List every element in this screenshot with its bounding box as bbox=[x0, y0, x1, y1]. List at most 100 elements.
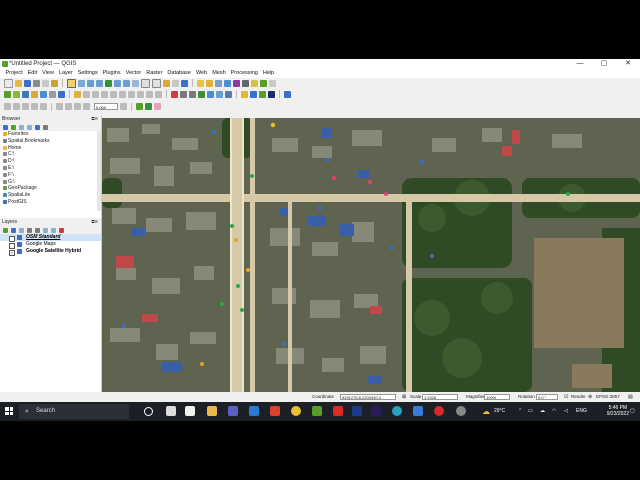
label-tool-icon[interactable] bbox=[171, 90, 178, 98]
new-temporary-layer-icon[interactable] bbox=[31, 90, 38, 98]
save-as-icon[interactable] bbox=[33, 79, 40, 87]
save-project-icon[interactable] bbox=[24, 79, 31, 87]
layer-osm-standard[interactable]: OSM Standard bbox=[0, 234, 101, 242]
globe-icon[interactable] bbox=[225, 90, 232, 98]
reshape-icon[interactable] bbox=[83, 103, 90, 110]
add-layer-icon[interactable] bbox=[11, 124, 16, 130]
cloud-icon[interactable]: ☁ bbox=[540, 402, 545, 421]
taskbar-clock[interactable]: 5:46 PM 9/23/2022 bbox=[607, 405, 629, 417]
new-shapefile-icon[interactable] bbox=[22, 90, 29, 98]
edge-icon[interactable] bbox=[392, 406, 402, 416]
menu-web[interactable]: Web bbox=[193, 69, 209, 78]
menu-view[interactable]: View bbox=[40, 69, 57, 78]
menu-database[interactable]: Database bbox=[165, 69, 194, 78]
coordinate-field[interactable]: 9291276.8,2209430.4 bbox=[340, 394, 396, 400]
notification-icon[interactable]: ▢ bbox=[630, 402, 635, 421]
menu-project[interactable]: Project bbox=[3, 69, 25, 78]
zoom-full-icon[interactable] bbox=[105, 79, 112, 87]
messages-icon[interactable]: ▤ bbox=[628, 392, 633, 402]
refresh-icon[interactable] bbox=[181, 79, 188, 87]
measure-icon[interactable] bbox=[242, 79, 249, 87]
map-canvas[interactable] bbox=[102, 118, 640, 392]
edit-pencil-icon[interactable] bbox=[74, 90, 81, 98]
processing-icon[interactable] bbox=[284, 90, 291, 98]
browser-item-spatial-bookmarks[interactable]: Spatial Bookmarks bbox=[0, 138, 101, 145]
map-tips-icon[interactable] bbox=[260, 79, 267, 87]
search-layer-icon[interactable] bbox=[216, 90, 223, 98]
new-project-icon[interactable] bbox=[4, 78, 13, 88]
pan-to-selection-icon[interactable] bbox=[78, 79, 85, 87]
refresh-icon[interactable] bbox=[3, 124, 8, 130]
menu-layer[interactable]: Layer bbox=[56, 69, 75, 78]
layer-google-satellite-hybrid[interactable]: ✓ Google Satellite Hybrid bbox=[0, 248, 101, 256]
quickmapservices-icon[interactable] bbox=[250, 90, 257, 98]
delete-ring-icon[interactable] bbox=[74, 103, 81, 110]
menu-help[interactable]: Help bbox=[260, 69, 276, 78]
menu-plugins[interactable]: Plugins bbox=[100, 69, 123, 78]
rotation-field[interactable]: 0.0 ° bbox=[536, 394, 558, 400]
qgis-taskbar-icon[interactable] bbox=[312, 406, 322, 416]
deselect-icon[interactable] bbox=[215, 79, 222, 87]
premiere-icon[interactable] bbox=[371, 406, 381, 416]
crs-globe-icon[interactable]: ⊕ bbox=[588, 392, 592, 402]
vertex-tool-icon[interactable] bbox=[101, 90, 108, 98]
zoom-selection-icon[interactable] bbox=[114, 79, 121, 87]
word-icon[interactable] bbox=[413, 406, 423, 416]
plugin-icon[interactable] bbox=[259, 90, 266, 98]
shape-tool-icon[interactable] bbox=[13, 103, 20, 110]
layout-manager-icon[interactable] bbox=[51, 79, 58, 87]
add-raster-icon[interactable] bbox=[40, 90, 47, 98]
remove-layer-icon[interactable] bbox=[59, 227, 64, 233]
zoom-native-icon[interactable] bbox=[132, 79, 139, 87]
browser-item-d-drive[interactable]: D:\ bbox=[0, 158, 101, 165]
split-icon[interactable] bbox=[40, 103, 47, 110]
zoom-in-icon[interactable] bbox=[87, 79, 94, 87]
zoom-out-icon[interactable] bbox=[96, 79, 103, 87]
delete-selected-icon[interactable] bbox=[110, 90, 117, 98]
add-wms-icon[interactable] bbox=[58, 90, 65, 98]
mail-icon[interactable] bbox=[249, 406, 259, 416]
browser-item-postgis[interactable]: PostGIS bbox=[0, 199, 101, 206]
style-panel-icon[interactable] bbox=[3, 227, 8, 233]
browser-item-home[interactable]: Home bbox=[0, 145, 101, 152]
menu-vector[interactable]: Vector bbox=[123, 69, 144, 78]
add-ring-icon[interactable] bbox=[56, 103, 63, 110]
tray-chevron-icon[interactable]: ⌃ bbox=[518, 402, 522, 421]
weather-temp[interactable]: 29°C bbox=[494, 402, 505, 421]
select-features-icon[interactable] bbox=[206, 79, 213, 87]
menu-processing[interactable]: Processing bbox=[228, 69, 260, 78]
print-layout-icon[interactable] bbox=[42, 79, 49, 87]
browser-item-favorites[interactable]: Favorites bbox=[0, 131, 101, 138]
menu-settings[interactable]: Settings bbox=[75, 69, 100, 78]
add-group-icon[interactable] bbox=[11, 227, 16, 233]
photoshop-icon[interactable] bbox=[352, 406, 362, 416]
help-icon[interactable] bbox=[43, 124, 48, 130]
text-annotation-icon[interactable] bbox=[269, 79, 276, 87]
add-feature-icon[interactable] bbox=[92, 90, 99, 98]
new-map-view-icon[interactable] bbox=[163, 79, 170, 87]
data-source-manager-icon[interactable] bbox=[4, 90, 11, 98]
zoom-last-icon[interactable] bbox=[141, 78, 150, 88]
label-pin-icon[interactable] bbox=[180, 90, 187, 98]
cut-features-icon[interactable] bbox=[119, 90, 126, 98]
temporal-controller-icon[interactable] bbox=[172, 79, 179, 87]
panel-close-icon[interactable]: ⧉✕ bbox=[91, 218, 98, 226]
paste-features-icon[interactable] bbox=[137, 90, 144, 98]
osm-plugin-icon[interactable] bbox=[268, 90, 275, 98]
filter-expression-icon[interactable] bbox=[35, 227, 40, 233]
zoom-next-icon[interactable] bbox=[152, 78, 161, 88]
scale-field[interactable]: 1:1928 bbox=[422, 394, 458, 400]
network-icon[interactable]: ▭ bbox=[528, 402, 533, 421]
expand-all-icon[interactable] bbox=[43, 227, 48, 233]
toggle-editing-icon[interactable] bbox=[145, 103, 152, 110]
teams-icon[interactable] bbox=[228, 406, 238, 416]
save-edits-icon[interactable] bbox=[83, 90, 90, 98]
rotate-icon[interactable] bbox=[22, 103, 29, 110]
scale-factor-field[interactable]: 0.000 bbox=[94, 103, 118, 110]
enable-properties-icon[interactable] bbox=[35, 124, 40, 130]
windows-start-icon[interactable] bbox=[5, 407, 13, 415]
digitize-icon[interactable] bbox=[198, 90, 205, 98]
add-mesh-icon[interactable] bbox=[49, 90, 56, 98]
label-abc-icon[interactable] bbox=[154, 103, 161, 110]
simplify-icon[interactable] bbox=[31, 103, 38, 110]
